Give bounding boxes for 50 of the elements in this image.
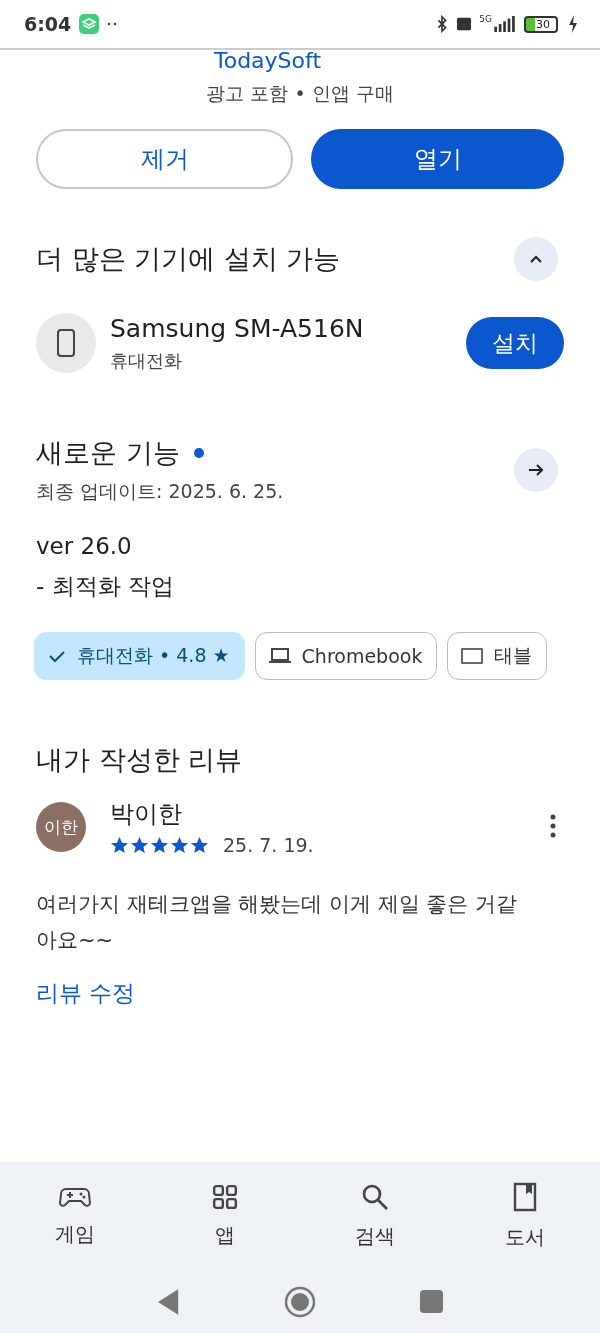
release-note-line: - 최적화 작업	[36, 572, 175, 601]
arrow-button[interactable]	[514, 448, 558, 492]
app-notification-icon	[79, 14, 100, 34]
grid-icon	[212, 1183, 238, 1210]
recents-icon[interactable]	[419, 1290, 443, 1313]
update-date: 최종 업데이트: 2025. 6. 25.	[36, 479, 284, 504]
star-icon	[150, 835, 169, 855]
avatar: 이한	[36, 802, 86, 852]
device-chip[interactable]: 휴대전화 • 4.8 ★	[34, 632, 245, 680]
release-note-line: ver 26.0	[36, 533, 133, 559]
section-title: 새로운 기능	[36, 436, 180, 470]
app-notes: 광고 포함 • 인앱 구매	[205, 81, 395, 106]
new-dot-icon	[193, 448, 204, 458]
network-label: 5G	[479, 14, 492, 24]
nav-tab[interactable]: 검색	[325, 1181, 425, 1251]
reviewer-name: 박이한	[110, 799, 183, 830]
back-icon[interactable]	[157, 1288, 180, 1315]
edit-review-link[interactable]: 리뷰 수정	[36, 978, 564, 1009]
signal-icon	[494, 16, 516, 32]
home-icon[interactable]	[283, 1285, 316, 1318]
uninstall-button[interactable]: 제거	[36, 129, 293, 189]
book-icon	[513, 1181, 537, 1212]
nav-tab[interactable]: 앱	[175, 1182, 275, 1250]
status-time: 6:04	[24, 13, 72, 35]
developer-link[interactable]: TodaySoft	[0, 50, 564, 73]
search-icon	[361, 1182, 389, 1211]
star-icon	[110, 835, 129, 855]
star-icon	[170, 835, 189, 855]
device-chip[interactable]: Chromebook	[254, 632, 438, 680]
star-icon	[130, 835, 149, 855]
bluetooth-icon	[435, 15, 450, 33]
review-text: 여러가지 재테크앱을 해봤는데 이게 제일 좋은 거같아요~~	[36, 891, 519, 954]
battery-indicator: 30	[524, 15, 558, 33]
charging-icon	[566, 15, 580, 33]
more-dots-icon	[107, 22, 118, 26]
tablet-icon	[460, 646, 485, 666]
device-name: Samsung SM-A516N	[110, 313, 365, 343]
section-title: 더 많은 기기에 설치 가능	[36, 242, 341, 276]
laptop-icon	[267, 646, 292, 666]
star-icon	[190, 835, 209, 855]
install-button[interactable]: 설치	[466, 317, 564, 369]
nav-tab[interactable]: 도서	[475, 1180, 575, 1252]
device-type: 휴대전화	[110, 348, 183, 373]
more-icon	[550, 813, 556, 838]
section-title: 내가 작성한 리뷰	[36, 743, 244, 777]
volte-icon	[457, 15, 472, 33]
nav-tab[interactable]: 게임	[25, 1183, 125, 1249]
review-date: 25. 7. 19.	[223, 834, 314, 856]
open-button[interactable]: 열기	[311, 129, 564, 189]
device-chip[interactable]: 태블	[447, 632, 548, 680]
